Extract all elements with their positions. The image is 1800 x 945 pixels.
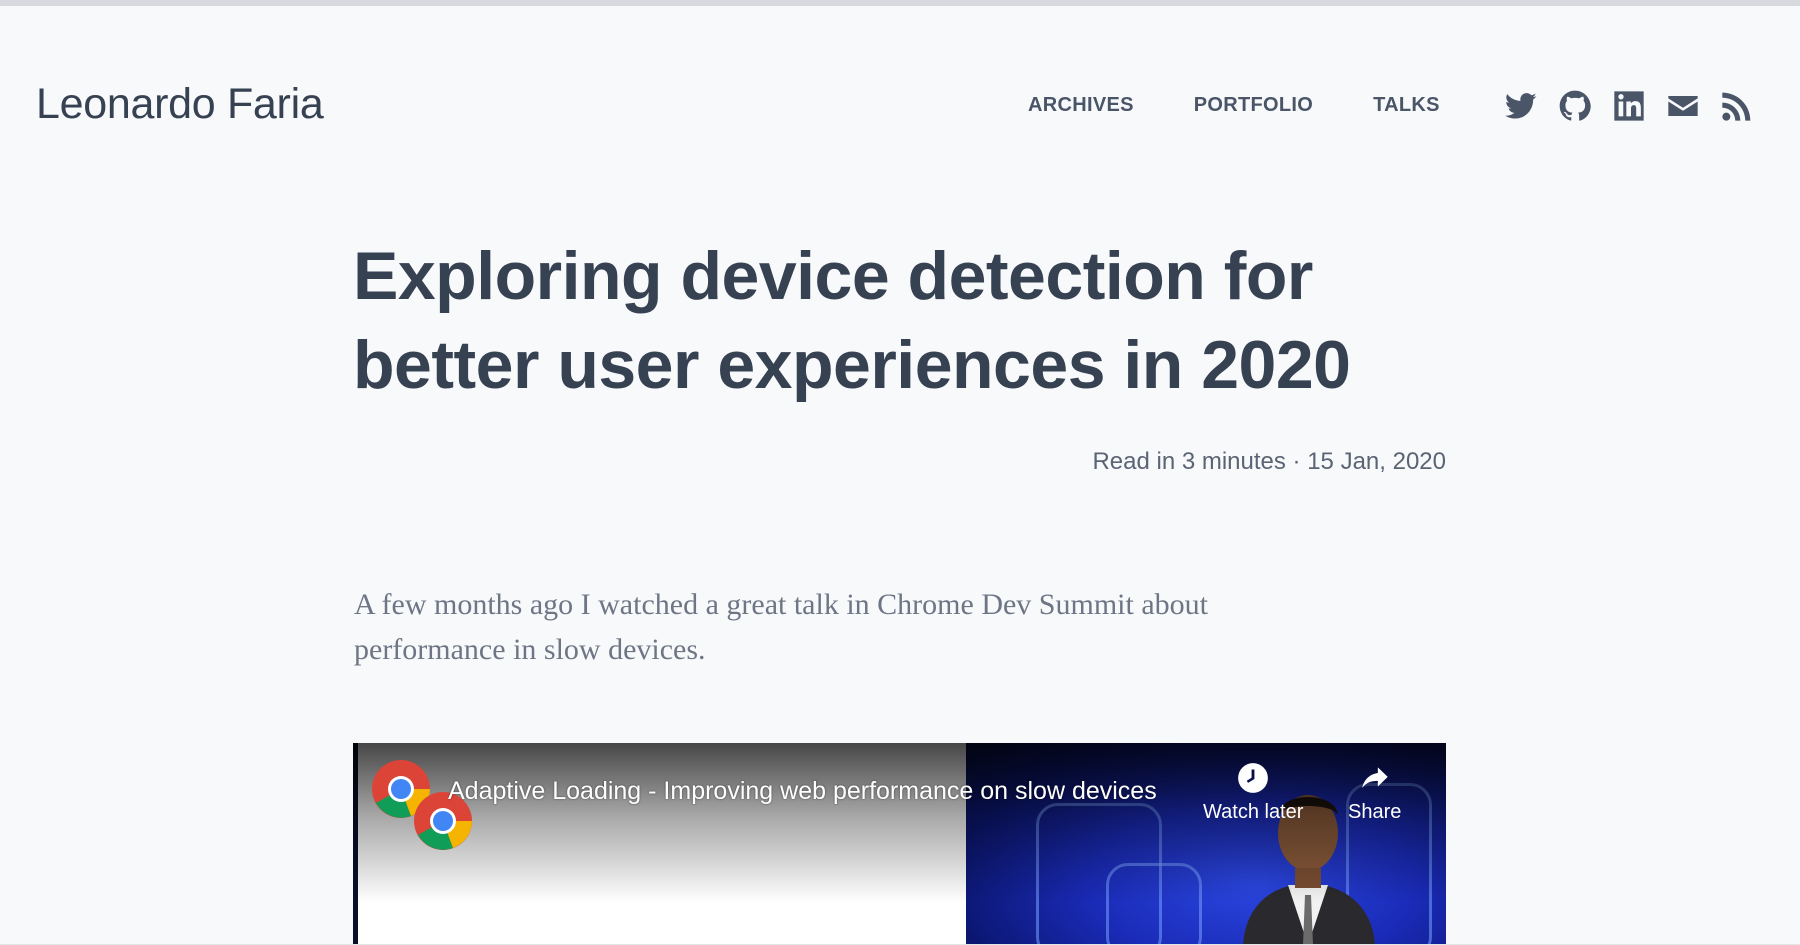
- post-title: Exploring device detection for better us…: [353, 238, 1351, 403]
- page: Leonardo Faria ARCHIVES PORTFOLIO TALKS …: [0, 0, 1800, 945]
- post-lead-paragraph: A few months ago I watched a great talk …: [354, 588, 1208, 666]
- share-button[interactable]: Share: [1348, 761, 1401, 824]
- share-label: Share: [1348, 801, 1402, 823]
- clock-icon: [1236, 761, 1270, 795]
- linkedin-icon[interactable]: [1613, 90, 1645, 122]
- rss-icon[interactable]: [1721, 90, 1753, 122]
- nav-item-archives[interactable]: ARCHIVES: [1028, 94, 1134, 117]
- twitter-icon[interactable]: [1505, 90, 1537, 122]
- email-icon[interactable]: [1667, 90, 1699, 122]
- top-border: [0, 0, 1800, 6]
- watch-later-button[interactable]: Watch later: [1203, 761, 1303, 824]
- video-title[interactable]: Adaptive Loading - Improving web perform…: [448, 777, 1188, 806]
- github-icon[interactable]: [1559, 90, 1591, 122]
- share-arrow-icon: [1358, 761, 1392, 795]
- nav-item-talks[interactable]: TALKS: [1373, 94, 1440, 117]
- video-embed[interactable]: Adaptive Loading - Improving web perform…: [353, 743, 1446, 945]
- site-brand[interactable]: Leonardo Faria: [36, 80, 324, 129]
- main-nav: ARCHIVES PORTFOLIO TALKS: [1028, 94, 1440, 117]
- social-links: [1505, 90, 1753, 122]
- watch-later-label: Watch later: [1203, 801, 1304, 823]
- nav-item-portfolio[interactable]: PORTFOLIO: [1194, 94, 1313, 117]
- post-meta: Read in 3 minutes · 15 Jan, 2020: [1092, 448, 1446, 475]
